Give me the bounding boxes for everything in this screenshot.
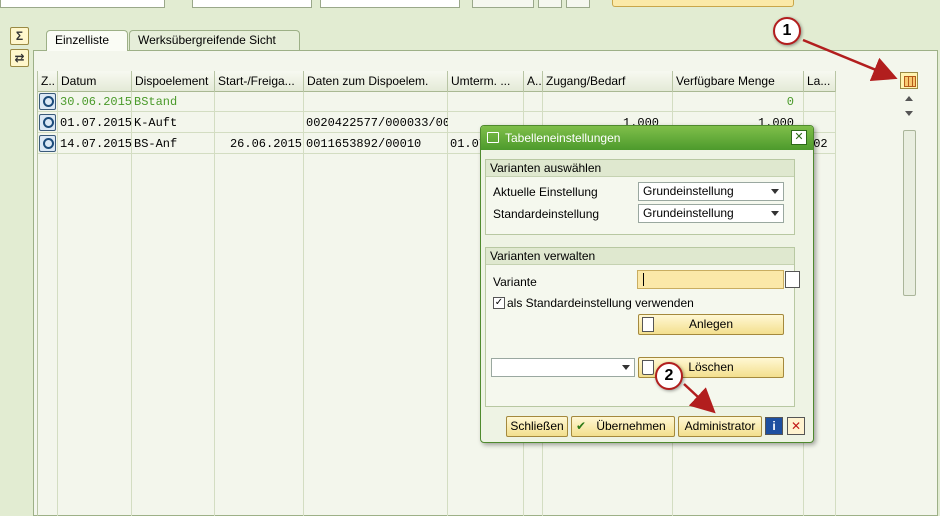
table-settings-dialog: Tabelleneinstellungen ✕ Varianten auswäh…: [480, 125, 814, 443]
sum-icon: Σ: [15, 29, 24, 43]
group-select-variants: Varianten auswählen Aktuelle Einstellung…: [485, 159, 795, 235]
group-title: Varianten verwalten: [486, 248, 794, 265]
default-setting-checkbox[interactable]: ✓: [493, 297, 505, 309]
cell-dispoelement: K-Auft: [134, 116, 178, 130]
col-header-verfuegbar[interactable]: Verfügbare Menge: [673, 71, 804, 92]
cell-verfuegbar: 0: [786, 95, 794, 109]
text-caret: [643, 273, 644, 286]
dialog-title: Tabelleneinstellungen: [505, 131, 621, 145]
transfer-button[interactable]: ⇄: [10, 49, 29, 67]
vertical-scrollbar[interactable]: [901, 92, 917, 516]
cell-start: [215, 113, 304, 133]
administrator-button-label: Administrator: [684, 419, 756, 433]
delete-variant-label: Löschen: [688, 360, 734, 374]
tab-label: Einzelliste: [55, 33, 110, 47]
scroll-thumb[interactable]: [903, 130, 916, 296]
close-button-label: Schließen: [510, 419, 564, 433]
table-header: Z.. Datum Dispoelement Start-/Freiga... …: [38, 71, 836, 92]
top-field-1[interactable]: [0, 0, 165, 8]
col-header-umterm[interactable]: Umterm. ...: [448, 71, 524, 92]
info-button[interactable]: i: [765, 417, 783, 435]
scroll-down-icon[interactable]: [905, 111, 913, 116]
delete-variant-select[interactable]: [491, 358, 635, 377]
variant-label: Variante: [493, 275, 537, 289]
transfer-icon: ⇄: [14, 51, 25, 65]
top-button-2[interactable]: [566, 0, 590, 8]
col-header-daten[interactable]: Daten zum Dispoelem.: [304, 71, 448, 92]
administrator-button[interactable]: Administrator: [678, 416, 762, 437]
info-icon: i: [772, 419, 776, 433]
close-button[interactable]: Schließen: [506, 416, 568, 437]
top-action-button[interactable]: [612, 0, 794, 7]
scroll-up-icon[interactable]: [905, 96, 913, 101]
variant-input[interactable]: [637, 270, 784, 289]
col-header-zugang[interactable]: Zugang/Bedarf: [543, 71, 673, 92]
current-setting-value: Grundeinstellung: [643, 184, 734, 198]
new-document-icon: [642, 317, 654, 332]
table-row[interactable]: 30.06.2015 BStand 0: [38, 92, 835, 112]
col-header-start[interactable]: Start-/Freiga...: [215, 71, 304, 92]
cell-daten: 0020422577/000033/000: [306, 116, 448, 130]
details-icon[interactable]: [39, 135, 56, 152]
tab-einzelliste[interactable]: Einzelliste: [46, 30, 128, 51]
cell-datum: 30.06.2015: [60, 95, 132, 109]
standard-setting-select[interactable]: Grundeinstellung: [638, 204, 784, 223]
create-variant-button[interactable]: Anlegen: [638, 314, 784, 335]
cell-dispoelement: BStand: [134, 95, 178, 109]
top-button-1[interactable]: [538, 0, 562, 8]
dialog-titlebar: Tabelleneinstellungen ✕: [481, 126, 813, 150]
cell-daten: 0011653892/00010: [306, 137, 422, 151]
callout-1: 1: [773, 17, 801, 45]
chevron-down-icon: [771, 189, 779, 194]
cell-dispoelement: BS-Anf: [134, 137, 178, 151]
edit-window-icon: [487, 132, 499, 143]
sum-button[interactable]: Σ: [10, 27, 29, 45]
tab-label: Werksübergreifende Sicht: [138, 33, 276, 47]
cancel-icon: ✕: [790, 419, 802, 433]
change-layout-button[interactable]: [900, 72, 918, 89]
cell-datum: 01.07.2015: [60, 116, 132, 130]
chevron-down-icon: [771, 211, 779, 216]
current-setting-select[interactable]: Grundeinstellung: [638, 182, 784, 201]
trash-icon: [642, 360, 654, 375]
cancel-button[interactable]: ✕: [787, 417, 805, 435]
col-header-la[interactable]: La...: [804, 71, 836, 92]
col-header-dispoelement[interactable]: Dispoelement: [132, 71, 215, 92]
cell-zugang: [543, 92, 673, 112]
dialog-close-button[interactable]: ✕: [791, 130, 807, 145]
cell-la: [804, 92, 836, 112]
tab-werksuebergreifende-sicht[interactable]: Werksübergreifende Sicht: [129, 30, 300, 50]
top-field-4[interactable]: [472, 0, 534, 8]
cell-start: [215, 92, 304, 112]
create-variant-label: Anlegen: [688, 317, 734, 331]
group-title: Varianten auswählen: [486, 160, 794, 177]
top-field-2[interactable]: [192, 0, 312, 8]
apply-button-label: Übernehmen: [596, 419, 666, 433]
apply-button[interactable]: ✔ Übernehmen: [571, 416, 675, 437]
details-icon[interactable]: [39, 114, 56, 131]
standard-setting-value: Grundeinstellung: [643, 206, 734, 220]
cell-umterm: [448, 92, 524, 112]
group-manage-variants: Varianten verwalten Variante ✓ als Stand…: [485, 247, 800, 407]
standard-setting-label: Standardeinstellung: [493, 207, 600, 221]
col-header-z[interactable]: Z..: [38, 71, 58, 92]
checkmark-icon: ✔: [576, 419, 587, 433]
cell-start: 26.06.2015: [229, 137, 302, 151]
col-header-datum[interactable]: Datum: [58, 71, 132, 92]
callout-2: 2: [655, 362, 683, 390]
current-setting-label: Aktuelle Einstellung: [493, 185, 598, 199]
default-setting-label: als Standardeinstellung verwenden: [507, 296, 694, 310]
col-header-a[interactable]: A..: [524, 71, 543, 92]
cell-daten: [304, 92, 448, 112]
chevron-down-icon: [622, 365, 630, 370]
top-field-3[interactable]: [320, 0, 460, 8]
details-icon[interactable]: [39, 93, 56, 110]
copy-icon[interactable]: [785, 271, 800, 288]
cell-datum: 14.07.2015: [60, 137, 132, 151]
